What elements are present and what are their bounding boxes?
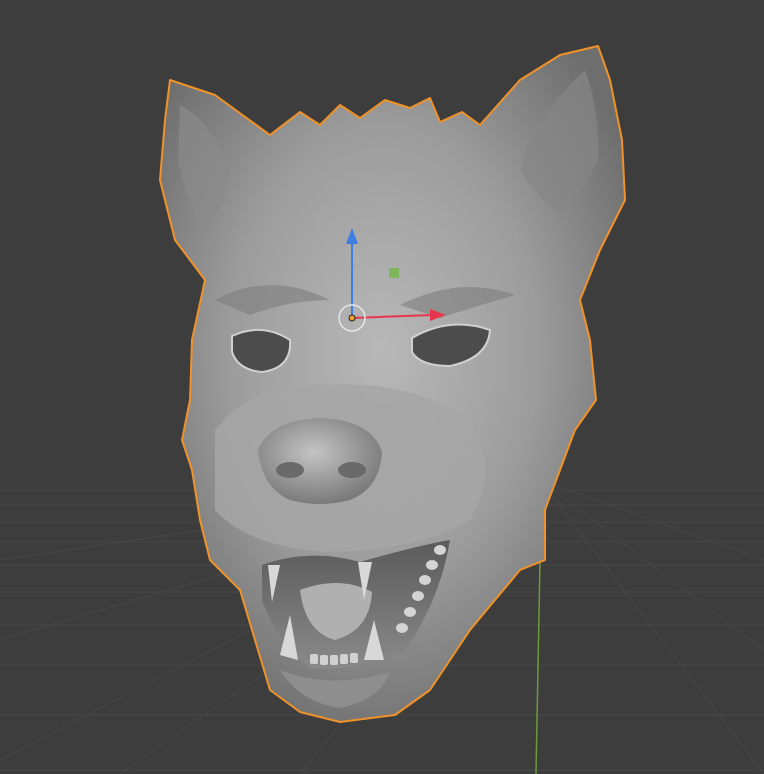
object-origin-point bbox=[348, 314, 356, 322]
hyena-mask-mesh[interactable] bbox=[159, 45, 626, 723]
viewport-canvas[interactable] bbox=[0, 0, 764, 774]
right-nostril bbox=[338, 462, 366, 478]
3d-viewport[interactable] bbox=[0, 0, 764, 774]
gizmo-y-handle[interactable] bbox=[389, 268, 399, 278]
left-nostril bbox=[276, 462, 304, 478]
left-eye-hole bbox=[231, 329, 292, 374]
nose bbox=[258, 418, 382, 504]
